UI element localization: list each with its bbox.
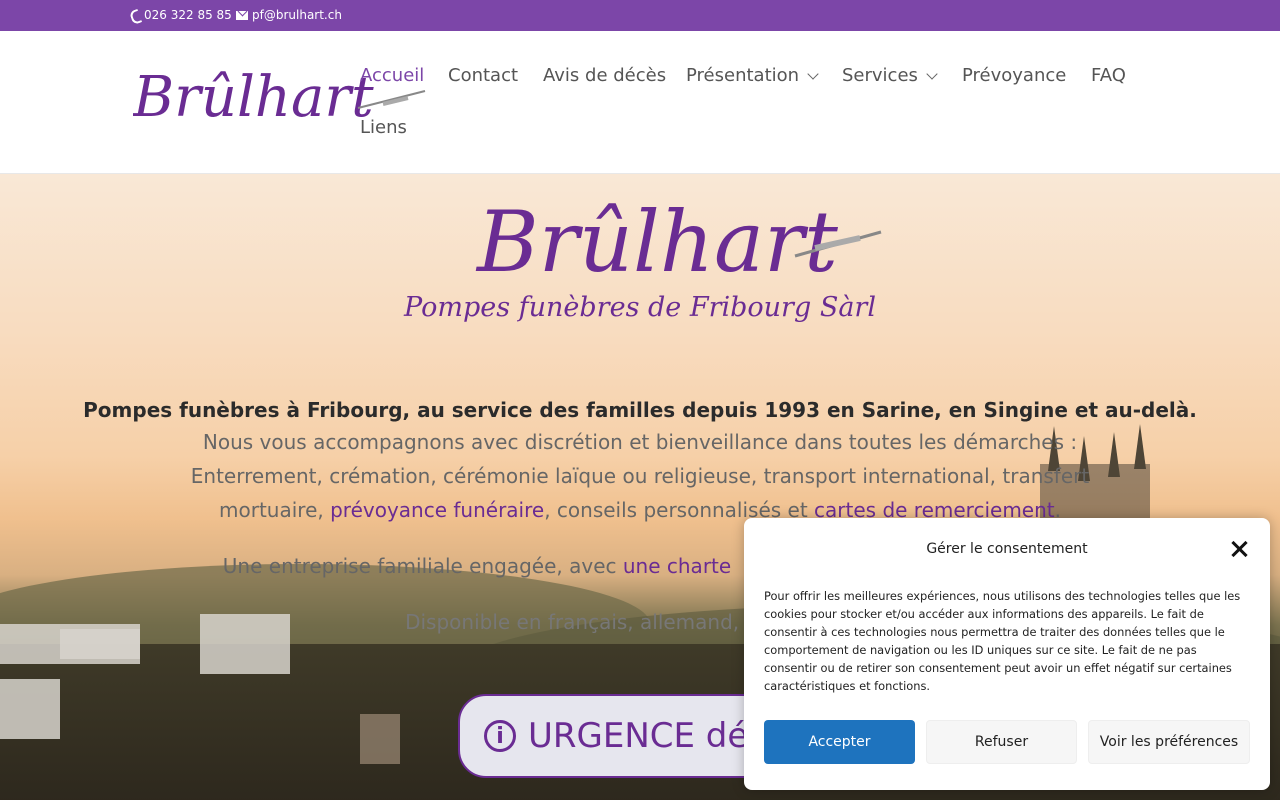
email-contact[interactable]: pf@brulhart.ch bbox=[236, 8, 342, 22]
phone-icon bbox=[130, 9, 140, 21]
nav-liens[interactable]: Liens bbox=[360, 117, 407, 138]
email-address[interactable]: pf@brulhart.ch bbox=[252, 8, 342, 22]
hero-text: mortuaire, bbox=[219, 498, 331, 522]
phone-number[interactable]: 026 322 85 85 bbox=[144, 8, 232, 22]
hero-line: Enterrement, crémation, cérémonie laïque… bbox=[190, 464, 1090, 488]
background-building bbox=[0, 679, 60, 739]
chevron-down-icon bbox=[807, 67, 819, 80]
nav-prevoyance[interactable]: Prévoyance bbox=[962, 65, 1066, 86]
mail-icon bbox=[236, 10, 248, 20]
background-building bbox=[360, 714, 400, 764]
preferences-button[interactable]: Voir les préférences bbox=[1088, 720, 1250, 764]
nav-presentation[interactable]: Présentation bbox=[686, 65, 819, 86]
site-header: Brûlhart Accueil Contact Avis de décès P… bbox=[0, 31, 1280, 174]
link-charte[interactable]: une charte bbox=[623, 554, 731, 578]
nav-faq[interactable]: FAQ bbox=[1091, 65, 1126, 86]
info-icon: i bbox=[484, 720, 516, 752]
consent-title: Gérer le consentement bbox=[926, 541, 1088, 557]
urgence-label: URGENCE déc bbox=[528, 716, 767, 756]
consent-dialog: Gérer le consentement Pour offrir les me… bbox=[744, 518, 1270, 790]
svg-text:Brûlhart: Brûlhart bbox=[133, 65, 374, 130]
hero-text: Une entreprise familiale engagée, avec bbox=[222, 554, 623, 578]
nav-contact[interactable]: Contact bbox=[448, 65, 518, 86]
top-bar: 026 322 85 85 pf@brulhart.ch bbox=[0, 0, 1280, 31]
svg-text:Brûlhart: Brûlhart bbox=[475, 193, 838, 291]
hero-line: Nous vous accompagnons avec discrétion e… bbox=[202, 430, 1078, 454]
refuse-button[interactable]: Refuser bbox=[926, 720, 1077, 764]
nav-services[interactable]: Services bbox=[842, 65, 938, 86]
hero-headline: Pompes funèbres à Fribourg, au service d… bbox=[83, 398, 1197, 422]
nav-accueil[interactable]: Accueil bbox=[360, 65, 424, 86]
consent-body: Pour offrir les meilleures expériences, … bbox=[764, 589, 1241, 693]
close-icon[interactable] bbox=[1230, 540, 1248, 558]
chevron-down-icon bbox=[926, 67, 938, 80]
accept-button[interactable]: Accepter bbox=[764, 720, 915, 764]
hero-tagline: Pompes funèbres de Fribourg Sàrl bbox=[404, 292, 876, 323]
link-prevoyance-funeraire[interactable]: prévoyance funéraire bbox=[330, 498, 544, 522]
nav-avis-de-deces[interactable]: Avis de décès bbox=[543, 65, 666, 86]
phone-contact[interactable]: 026 322 85 85 bbox=[130, 8, 232, 22]
